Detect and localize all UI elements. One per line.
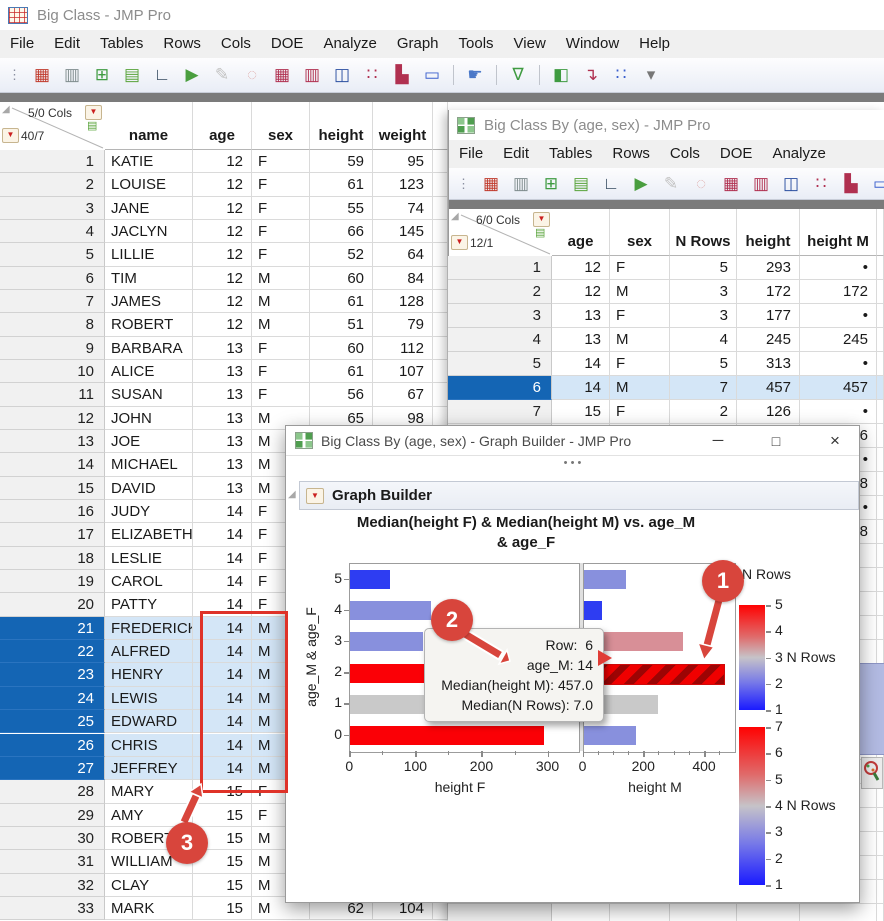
annotation-layer: Row: 6 age_M: 14 Median(height M): 457.0 Me… [0,0,884,921]
callout-2: 2 [431,599,473,641]
callout-1: 1 [702,560,744,602]
callout-arrows [178,594,725,828]
tooltip-pointer-icon [598,650,612,666]
jmp-desktop: Big Class - JMP Pro File Edit Tables Rows Co… [0,0,884,921]
callout-3: 3 [166,822,208,864]
